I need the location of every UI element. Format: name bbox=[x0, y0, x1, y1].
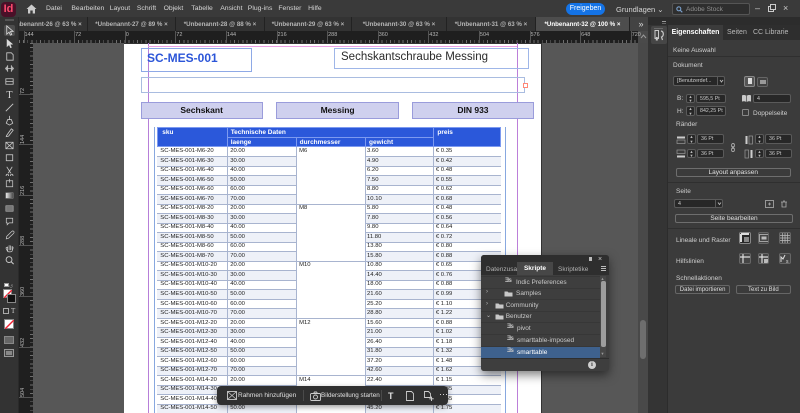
svg-text:T: T bbox=[6, 90, 12, 100]
svg-text:s: s bbox=[786, 259, 789, 264]
